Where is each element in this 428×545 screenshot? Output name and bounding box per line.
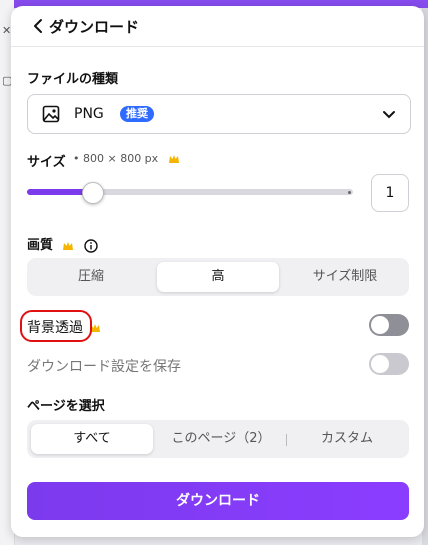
pages-segmented-control: すべて このページ（2） カスタム — [27, 420, 409, 458]
crown-icon — [168, 155, 179, 163]
download-panel: ダウンロード ファイルの種類 PNG 推奨 サイズ • 800 × 800 px… — [11, 6, 424, 537]
pages-label: ページを選択 — [27, 399, 105, 414]
image-icon — [42, 105, 60, 123]
panel-header: ダウンロード — [11, 6, 424, 47]
crown-icon — [62, 241, 73, 250]
size-dimensions-text: • 800 × 800 px — [73, 152, 159, 165]
slider-end-dot — [348, 191, 351, 194]
size-slider[interactable] — [27, 182, 353, 204]
chevron-left-icon[interactable] — [29, 16, 49, 36]
file-type-label: ファイルの種類 — [27, 72, 119, 87]
quality-option-compressed[interactable]: 圧縮 — [31, 262, 151, 292]
quality-label-row: 画質 — [27, 234, 98, 253]
quality-segmented-control: 圧縮 高 サイズ制限 — [27, 258, 409, 296]
file-type-select[interactable]: PNG 推奨 — [27, 94, 411, 134]
download-button[interactable]: ダウンロード — [27, 482, 409, 520]
size-dimensions: • 800 × 800 px — [73, 152, 180, 165]
file-type-value: PNG — [74, 106, 104, 122]
recommended-badge: 推奨 — [120, 106, 154, 122]
slider-thumb[interactable] — [82, 182, 105, 204]
save-settings-toggle[interactable] — [369, 353, 409, 375]
pages-option-all[interactable]: すべて — [31, 424, 153, 454]
background-fragment: ✕ — [2, 24, 12, 37]
save-settings-label: ダウンロード設定を保存 — [27, 359, 181, 375]
quality-option-high[interactable]: 高 — [157, 262, 279, 292]
transparent-bg-toggle[interactable] — [369, 314, 409, 336]
pages-option-this-page[interactable]: このページ（2） — [159, 424, 283, 454]
size-label: サイズ — [27, 155, 66, 170]
panel-title: ダウンロード — [49, 18, 140, 36]
annotation-highlight — [20, 310, 92, 342]
pages-option-custom[interactable]: カスタム — [289, 424, 405, 454]
info-icon[interactable] — [84, 238, 98, 253]
chevron-down-icon — [383, 111, 395, 119]
size-scale-input[interactable]: 1 — [371, 174, 409, 212]
toggle-knob — [371, 355, 389, 373]
quality-option-size-limit[interactable]: サイズ制限 — [285, 262, 405, 292]
quality-label: 画質 — [27, 238, 54, 253]
toggle-knob — [371, 316, 389, 334]
segment-divider — [286, 434, 287, 446]
